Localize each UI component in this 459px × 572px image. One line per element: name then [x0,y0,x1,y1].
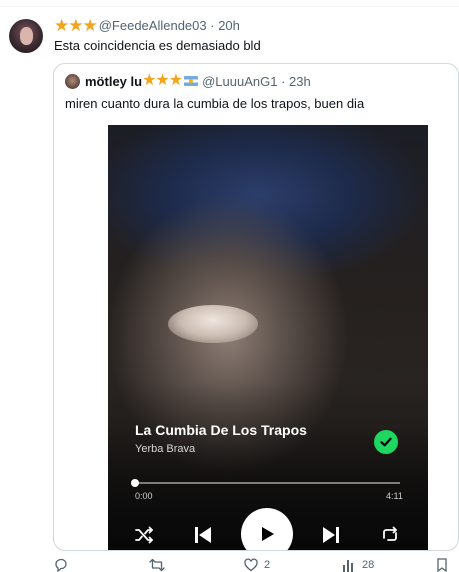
progress-bar[interactable] [131,479,400,487]
post-time[interactable]: 20h [218,18,240,33]
repeat-icon[interactable] [378,523,402,547]
video-subject-highlight [168,305,258,343]
time-elapsed: 0:00 [135,491,153,501]
avatar-face [20,27,33,45]
quoted-time[interactable]: 23h [289,74,311,89]
quoted-handle[interactable]: @LuuuAnG1 [202,74,277,89]
quoted-header: mötley lu ★★★ @LuuuAnG1 · 23h [85,73,311,89]
next-icon[interactable] [318,522,344,548]
song-artist: Yerba Brava [135,443,196,455]
play-icon [262,527,274,541]
time-total: 4:11 [386,491,403,501]
post-separator: · [206,18,219,33]
argentina-flag-icon [184,76,199,86]
avatar[interactable] [9,19,43,53]
view-count: 28 [362,559,375,571]
quoted-display-name[interactable]: mötley lu [85,74,142,89]
quoted-separator: · [277,73,290,89]
post-header: ★★★ @FeedeAllende03 · 20h [54,17,240,34]
top-divider [0,6,459,7]
post-handle[interactable]: @FeedeAllende03 [99,18,207,33]
quoted-post[interactable]: mötley lu ★★★ @LuuuAnG1 · 23h miren cuan… [53,63,459,551]
video-player[interactable]: La Cumbia De Los Trapos Yerba Brava 0:00… [108,125,428,550]
post-text: Esta coincidencia es demasiado bld [54,38,261,53]
like-count: 2 [264,559,271,571]
display-name-stars: ★★★ [54,16,98,35]
play-button[interactable] [241,508,293,550]
quoted-avatar[interactable] [65,74,80,89]
shuffle-icon[interactable] [132,523,156,547]
quoted-name-stars: ★★★ [142,72,183,89]
song-title: La Cumbia De Los Trapos [135,422,307,438]
progress-handle[interactable] [131,479,139,487]
previous-icon[interactable] [190,522,216,548]
check-icon[interactable] [374,430,398,454]
quoted-text: miren cuanto dura la cumbia de los trapo… [65,96,365,111]
